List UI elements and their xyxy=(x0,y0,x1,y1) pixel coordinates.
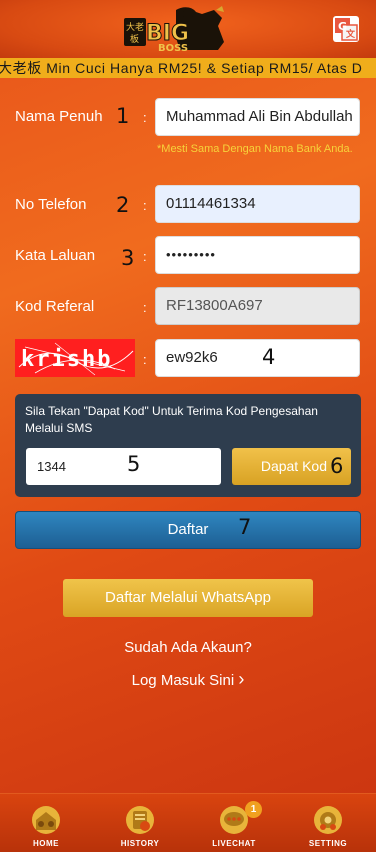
full-name-label: Nama Penuh xyxy=(15,108,103,125)
whatsapp-register-button[interactable]: Daftar Melalui WhatsApp xyxy=(63,579,313,617)
translate-icon[interactable]: G 文 xyxy=(333,16,359,42)
password-row: Kata Laluan 3 : ••••••••• xyxy=(0,236,376,276)
full-name-row: Nama Penuh 1 : Muhammad Ali Bin Abdullah xyxy=(0,98,376,138)
big-boss-logo[interactable]: 大老 板 BIG BOSS xyxy=(118,4,242,54)
referral-code-input: RF13800A697 xyxy=(155,287,360,325)
home-icon xyxy=(30,804,62,836)
colon: : xyxy=(143,300,147,315)
full-name-input[interactable]: Muhammad Ali Bin Abdullah xyxy=(155,98,360,136)
marquee-text: 大老板 Min Cuci Hanya RM25! & Setiap RM15/ … xyxy=(0,60,363,76)
colon: : xyxy=(143,110,147,125)
nav-setting[interactable]: SETTING xyxy=(298,800,358,850)
nav-home-label: HOME xyxy=(33,839,59,848)
whatsapp-register-label: Daftar Melalui WhatsApp xyxy=(105,589,271,606)
svg-text:文: 文 xyxy=(345,28,356,40)
nav-livechat[interactable]: 1 LIVECHAT xyxy=(204,800,264,850)
get-code-label: Dapat Kod xyxy=(260,458,327,474)
referral-row: Kod Referal : RF13800A697 xyxy=(0,287,376,327)
captcha-input[interactable]: ew92k6 xyxy=(155,339,360,377)
nav-home[interactable]: HOME xyxy=(16,800,76,850)
password-input[interactable]: ••••••••• xyxy=(155,236,360,274)
colon: : xyxy=(143,249,147,264)
phone-row: No Telefon 2 : 01114461334 xyxy=(0,185,376,225)
svg-text:大老: 大老 xyxy=(126,21,144,33)
colon: : xyxy=(143,198,147,213)
svg-text:板: 板 xyxy=(130,33,139,45)
nav-setting-label: SETTING xyxy=(308,839,348,848)
sms-verification-panel: Sila Tekan "Dapat Kod" Untuk Terima Kod … xyxy=(15,394,361,497)
register-button[interactable]: Daftar xyxy=(15,511,361,549)
nav-history-label: HISTORY xyxy=(120,839,160,848)
step-marker-7: 7 xyxy=(238,515,252,539)
announcement-marquee: 大老板 Min Cuci Hanya RM25! & Setiap RM15/ … xyxy=(0,58,376,78)
svg-text:BOSS: BOSS xyxy=(158,43,188,54)
register-label: Daftar xyxy=(167,521,209,538)
bank-name-hint: *Mesti Sama Dengan Nama Bank Anda. xyxy=(157,143,353,155)
app-header: 大老 板 BIG BOSS G 文 xyxy=(0,0,376,58)
password-label: Kata Laluan xyxy=(15,247,96,264)
sms-instruction: Sila Tekan "Dapat Kod" Untuk Terima Kod … xyxy=(25,404,318,435)
colon: : xyxy=(143,352,147,367)
nav-history[interactable]: HISTORY xyxy=(110,800,170,850)
step-marker-6: 6 xyxy=(330,454,344,478)
sms-code-input[interactable]: 1344 xyxy=(26,448,221,485)
have-account-text: Sudah Ada Akaun? xyxy=(124,639,252,656)
history-icon xyxy=(124,804,156,836)
phone-input[interactable]: 01114461334 xyxy=(155,185,360,223)
svg-text:krishb: krishb xyxy=(21,347,112,372)
login-link-label: Log Masuk Sini xyxy=(131,672,235,689)
setting-icon xyxy=(312,804,344,836)
chevron-right-icon: › xyxy=(238,669,245,689)
phone-label: No Telefon xyxy=(15,196,87,213)
step-marker-4: 4 xyxy=(262,345,276,369)
step-marker-5: 5 xyxy=(127,452,141,476)
step-marker-2: 2 xyxy=(116,193,130,217)
step-marker-1: 1 xyxy=(116,104,130,128)
step-marker-3: 3 xyxy=(121,246,135,270)
referral-label: Kod Referal xyxy=(15,298,95,315)
login-link[interactable]: Log Masuk Sini › xyxy=(0,669,376,690)
bottom-navigation: HOME HISTORY 1 LIVECHAT SETTING xyxy=(0,793,376,852)
captcha-image[interactable]: krishb xyxy=(15,339,135,377)
livechat-badge: 1 xyxy=(245,801,262,818)
nav-livechat-label: LIVECHAT xyxy=(212,839,256,848)
